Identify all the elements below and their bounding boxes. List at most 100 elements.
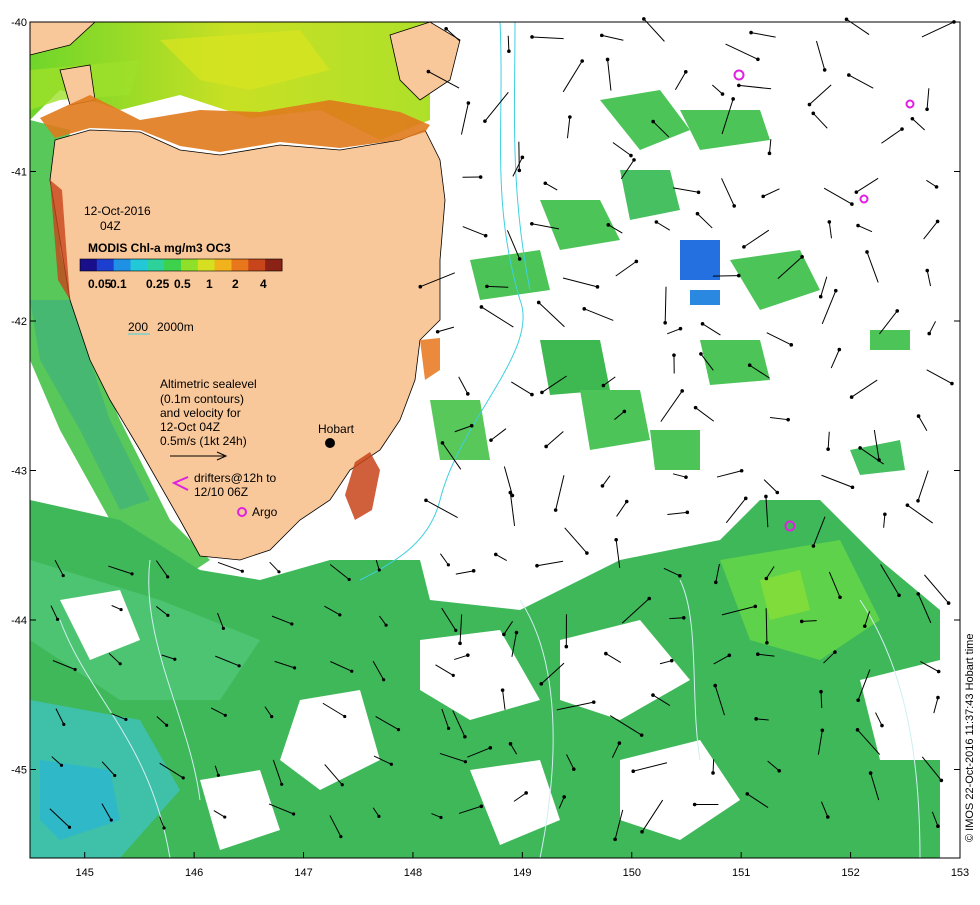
velocity-arrow-head: [900, 127, 904, 131]
velocity-arrow-head: [936, 824, 940, 828]
velocity-arrow-head: [728, 653, 732, 657]
velocity-arrow-head: [582, 307, 586, 311]
velocity-arrow-head: [554, 508, 558, 512]
velocity-arrow-head: [693, 803, 697, 807]
velocity-arrow-head: [472, 569, 476, 573]
velocity-arrow-head: [277, 570, 280, 573]
colorbar-swatch: [181, 259, 198, 271]
velocity-arrow-head: [74, 668, 77, 671]
y-tick-label: -41: [11, 167, 27, 179]
y-tick-label: -43: [11, 466, 27, 478]
velocity-arrow-head: [618, 741, 622, 745]
velocity-arrow-head: [754, 717, 758, 721]
velocity-arrow-head: [786, 418, 790, 422]
velocity-arrow-head: [539, 682, 543, 686]
velocity-arrow-head: [819, 295, 823, 299]
velocity-arrow-head: [678, 574, 682, 578]
velocity-arrow-head: [454, 629, 457, 632]
velocity-arrow-head: [640, 733, 644, 737]
velocity-arrow-head: [444, 27, 448, 31]
velocity-arrow-head: [714, 581, 718, 585]
velocity-arrow-head: [680, 389, 684, 393]
velocity-arrow-head: [224, 714, 227, 717]
velocity-arrow-head: [62, 723, 65, 726]
velocity-arrow-head: [166, 614, 169, 617]
velocity-arrow-head: [640, 830, 644, 834]
velocity-arrow-head: [863, 624, 867, 628]
colorbar-swatch: [265, 259, 282, 271]
velocity-arrow-head: [518, 169, 522, 173]
velocity-arrow-head: [858, 446, 862, 450]
velocity-arrow-head: [601, 484, 605, 488]
velocity-arrow-head: [596, 285, 600, 289]
velocity-arrow-head: [293, 666, 296, 669]
velocity-arrow-head: [339, 835, 342, 838]
velocity-arrow-head: [427, 70, 431, 74]
velocity-arrow-head: [348, 578, 351, 581]
velocity-arrow-head: [489, 438, 493, 442]
velocity-arrow-head: [494, 553, 498, 557]
y-tick-label: -45: [11, 765, 27, 777]
velocity-arrow-head: [947, 601, 951, 605]
chlorophyll-map: Hobart 12-Oct-2016 04Z MODIS Chl-a mg/m3…: [0, 0, 980, 900]
velocity-arrow-head: [940, 779, 944, 783]
velocity-arrow-head: [631, 769, 635, 773]
drifter-line-1: drifters@12h to: [194, 471, 277, 485]
velocity-arrow-head: [382, 678, 385, 681]
colorbar-swatch: [164, 259, 181, 271]
velocity-arrow-head: [745, 792, 749, 796]
velocity-arrow-head: [682, 616, 686, 620]
velocity-arrow-head: [119, 608, 122, 611]
velocity-arrow-head: [509, 742, 513, 746]
velocity-arrow-head: [777, 769, 781, 773]
colorbar: [80, 259, 283, 271]
velocity-arrow-head: [223, 815, 226, 818]
velocity-arrow-head: [701, 322, 705, 326]
velocity-arrow-head: [518, 257, 522, 261]
velocity-arrow-head: [110, 818, 113, 821]
drifter-line-2: 12/10 06Z: [194, 485, 248, 499]
velocity-arrow-head: [834, 289, 838, 293]
velocity-arrow-head: [436, 330, 440, 334]
velocity-arrow-head: [642, 17, 646, 21]
velocity-arrow-head: [684, 475, 688, 479]
velocity-arrow-head: [509, 491, 513, 495]
velocity-arrow-head: [447, 727, 450, 730]
velocity-arrow-head: [165, 724, 168, 727]
velocity-arrow-head: [647, 597, 651, 601]
sealevel-line-3: and velocity for: [160, 406, 241, 420]
velocity-arrow-head: [544, 445, 548, 449]
velocity-arrow-head: [856, 698, 860, 702]
velocity-arrow-head: [838, 348, 842, 352]
velocity-arrow-head: [823, 68, 827, 72]
velocity-arrow-head: [699, 352, 703, 356]
velocity-arrow-head: [452, 674, 455, 677]
velocity-arrow-head: [480, 305, 484, 309]
velocity-arrow-head: [441, 441, 445, 445]
velocity-arrow-head: [565, 645, 569, 649]
velocity-arrow-head: [119, 662, 122, 665]
velocity-arrow-head: [845, 17, 849, 21]
colorbar-swatch: [97, 259, 114, 271]
y-tick-label: -42: [11, 316, 27, 328]
velocity-arrow-head: [607, 223, 611, 227]
velocity-arrow-head: [464, 760, 467, 763]
velocity-arrow-head: [679, 327, 683, 331]
colorbar-swatch: [114, 259, 131, 271]
y-tick-label: -40: [11, 17, 27, 29]
velocity-arrow-head: [697, 190, 701, 194]
velocity-arrow-head: [800, 255, 804, 259]
velocity-arrow-head: [130, 572, 133, 575]
velocity-arrow-head: [629, 154, 633, 158]
velocity-arrow-head: [280, 783, 283, 786]
velocity-arrow-head: [789, 343, 793, 347]
velocity-arrow-head: [524, 791, 528, 795]
velocity-arrow-head: [828, 220, 832, 224]
velocity-arrow-head: [580, 59, 584, 63]
velocity-arrow-head: [917, 414, 921, 418]
velocity-arrow-head: [812, 544, 816, 548]
velocity-arrow-head: [855, 190, 859, 194]
x-tick-label: 153: [951, 867, 969, 879]
velocity-arrow-head: [572, 767, 576, 771]
velocity-arrow-head: [485, 285, 489, 289]
